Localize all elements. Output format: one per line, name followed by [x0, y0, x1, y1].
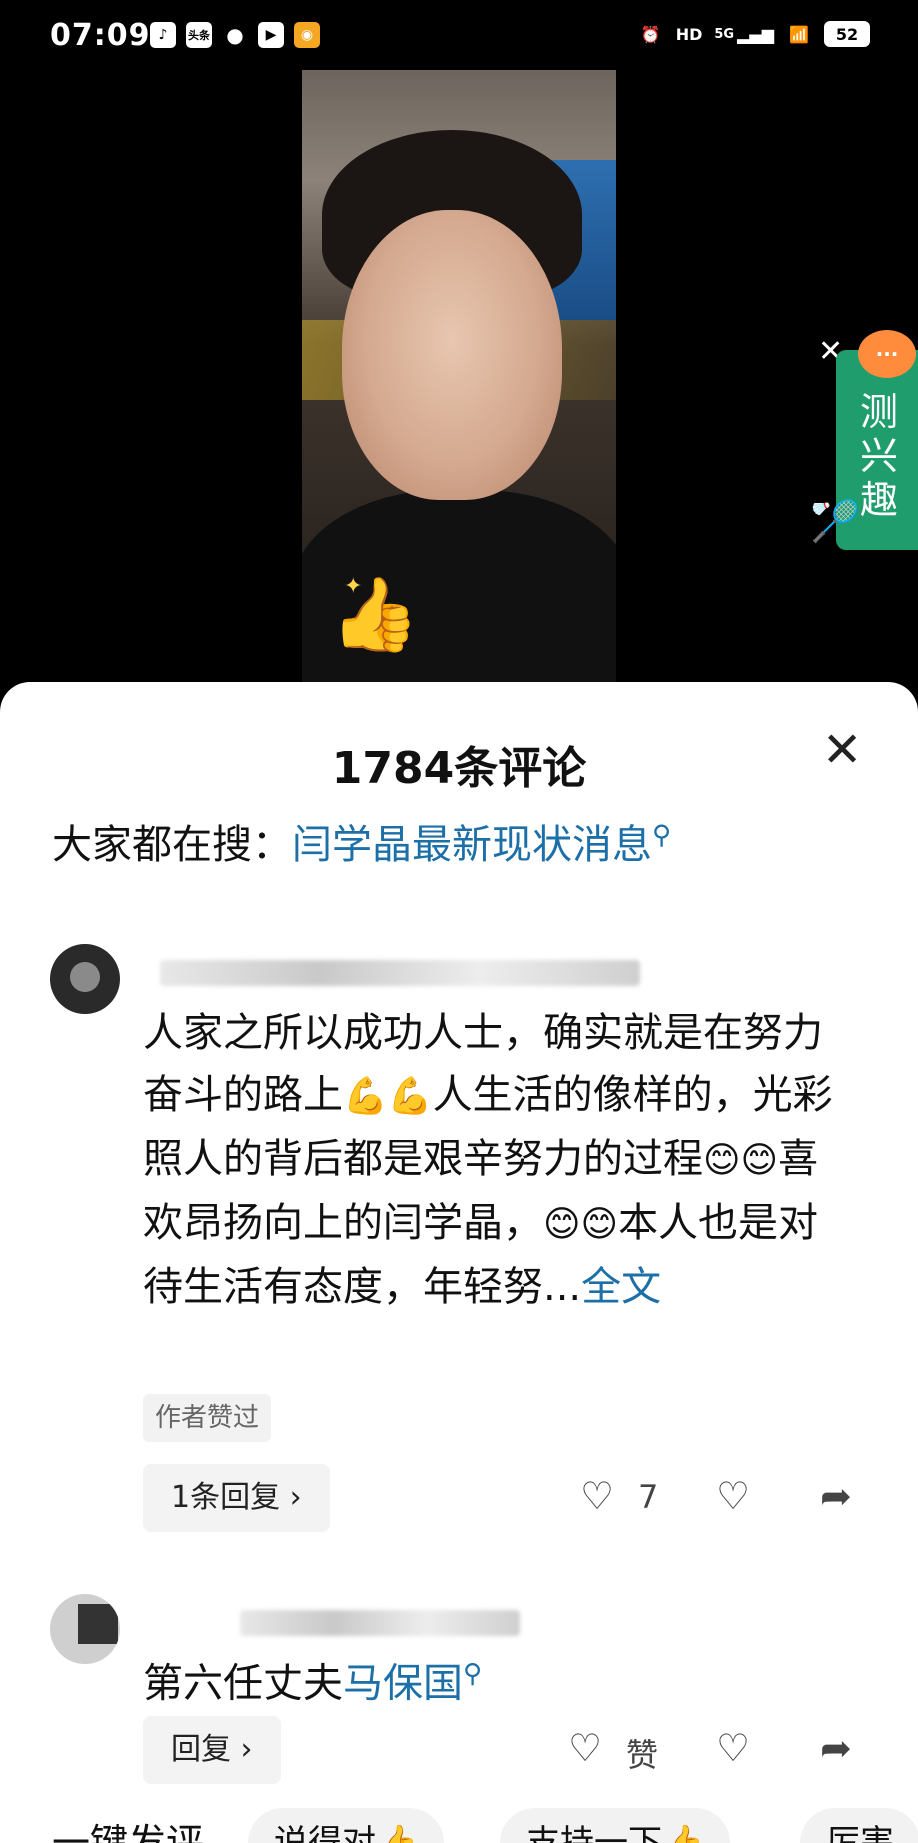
like-icon[interactable]: ♡ — [580, 1476, 614, 1516]
shuttlecock-icon: 🏸 — [810, 499, 860, 545]
phone-screen: { "status_bar": { "time": "07:09", "app_… — [0, 0, 918, 1843]
alarm-icon: ⏰ — [640, 24, 661, 44]
status-bar: 07:09 ♪ 头条 ● ▶ ◉ ⏰ HD 5G ▂▄▆ 📶 52 — [0, 0, 918, 72]
battery-indicator: 52 — [824, 21, 870, 47]
like-count: 7 — [638, 1478, 659, 1516]
weibo-icon: ◉ — [294, 22, 320, 48]
trending-search-row: 大家都在搜：闫学晶最新现状消息⚲ — [52, 812, 671, 870]
blushing-face-emoji-icon: 😊😊 — [703, 1140, 779, 1181]
like-label: 赞 — [626, 1736, 659, 1774]
video-person-face — [342, 210, 562, 500]
comments-sheet: 1784条评论 ✕ 大家都在搜：闫学晶最新现状消息⚲ 人家之所以成功人士，确实就… — [0, 682, 918, 1843]
video-icon: ▶ — [258, 22, 284, 48]
status-app-icons: ♪ 头条 ● ▶ ◉ — [150, 22, 320, 48]
search-icon: ⚲ — [652, 820, 672, 851]
blushing-face-emoji-icon: 😊😊 — [543, 1204, 619, 1245]
dislike-broken-heart-icon[interactable]: ♡ — [716, 1476, 750, 1516]
quick-reply-row: 一键发评 说得对👍 支持一下👍 厉害 — [0, 1808, 918, 1843]
share-icon[interactable]: ➦ — [820, 1476, 852, 1516]
hd-icon: HD — [675, 24, 703, 44]
toutiao-icon: 头条 — [186, 22, 212, 48]
quick-reply-chip[interactable]: 支持一下👍 — [500, 1808, 731, 1843]
username-blurred[interactable] — [160, 960, 640, 986]
view-replies-button[interactable]: 1条回复 › — [143, 1464, 330, 1532]
trending-search-prefix: 大家都在搜： — [52, 822, 292, 868]
flexed-biceps-emoji-icon: 💪💪 — [343, 1076, 433, 1117]
full-text-link[interactable]: 全文 — [581, 1264, 661, 1310]
username-blurred[interactable] — [240, 1610, 520, 1636]
signal-icon: 5G ▂▄▆ — [714, 24, 774, 44]
tiktok-icon: ♪ — [150, 22, 176, 48]
like-icon[interactable]: ♡ — [568, 1728, 602, 1768]
avatar[interactable] — [50, 1594, 120, 1664]
trending-search-link[interactable]: 闫学晶最新现状消息 — [292, 822, 652, 868]
search-link[interactable]: 马保国 — [343, 1660, 463, 1706]
avatar[interactable] — [50, 944, 120, 1014]
status-right: ⏰ HD 5G ▂▄▆ 📶 52 — [638, 20, 870, 48]
wechat-icon: ● — [226, 23, 244, 47]
share-icon[interactable]: ➦ — [820, 1728, 852, 1768]
quick-reply-chip[interactable]: 厉害 — [800, 1808, 918, 1843]
network-label: 5G — [714, 26, 735, 42]
close-icon[interactable]: ✕ — [822, 722, 862, 778]
sparkle-icon: ✦ — [344, 574, 363, 599]
comment-text: 第六任丈夫马保国⚲ — [143, 1644, 482, 1713]
comment-text-part: 第六任丈夫 — [143, 1660, 343, 1707]
author-liked-badge: 作者赞过 — [143, 1394, 272, 1442]
search-icon: ⚲ — [463, 1659, 483, 1689]
chat-bubble-icon: ··· — [858, 330, 916, 378]
status-time: 07:09 — [50, 18, 151, 53]
quick-reply-chip[interactable]: 说得对👍 — [248, 1808, 445, 1843]
quick-reply-label: 一键发评 — [52, 1821, 205, 1843]
comment-text: 人家之所以成功人士，确实就是在努力奋斗的路上💪💪人生活的像样的，光彩照人的背后都… — [143, 1002, 843, 1318]
wifi-icon: 📶 — [789, 24, 809, 44]
interest-test-label: 测兴趣 — [859, 390, 898, 522]
comments-title: 1784条评论 — [331, 743, 587, 794]
reply-button[interactable]: 回复 › — [143, 1716, 281, 1784]
dislike-broken-heart-icon[interactable]: ♡ — [716, 1728, 750, 1768]
